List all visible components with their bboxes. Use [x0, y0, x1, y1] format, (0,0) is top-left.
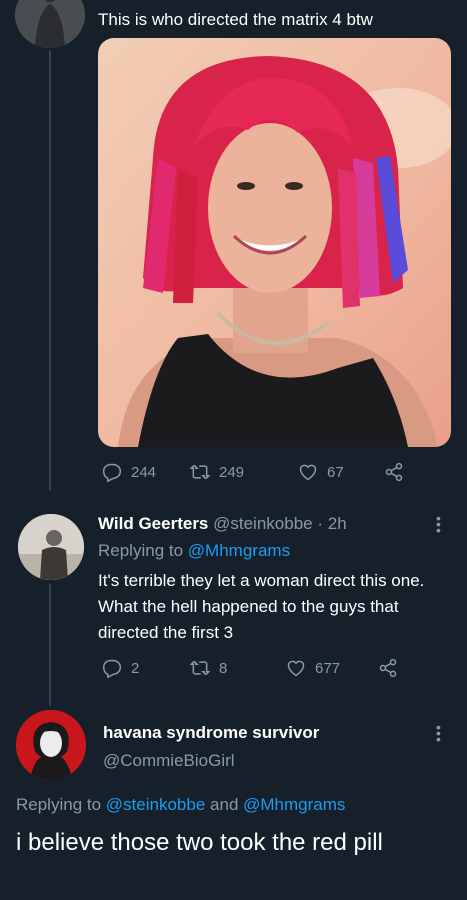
- tweet1-retweet-count: 249: [219, 463, 245, 481]
- tweet3-replying-handle-1[interactable]: @steinkobbe: [106, 795, 206, 814]
- thread-line-top: [49, 50, 51, 490]
- tweet1-share-button[interactable]: [384, 462, 404, 482]
- tweet3-replying-and: and: [210, 795, 239, 814]
- more-dots-icon: • • •: [436, 510, 441, 538]
- tweet2-replying: Replying to @Mhmgrams: [98, 541, 290, 561]
- tweet2-more-button[interactable]: • • •: [436, 511, 441, 537]
- tweet2-header: Wild Geerters @steinkobbe · 2h: [98, 514, 347, 534]
- tweet3-handle[interactable]: @CommieBioGirl: [103, 751, 235, 771]
- tweet1-avatar[interactable]: [15, 0, 85, 48]
- tweet2-like-button[interactable]: 677: [286, 658, 378, 678]
- tweet1-like-count: 67: [327, 463, 344, 481]
- tweet3-replying-handle-2[interactable]: @Mhmgrams: [243, 795, 345, 814]
- share-icon: [385, 462, 403, 482]
- thread-line-middle: [49, 584, 51, 706]
- heart-icon: [299, 464, 317, 481]
- tweet2-handle[interactable]: @steinkobbe: [213, 514, 313, 533]
- tweet2-display-name[interactable]: Wild Geerters: [98, 514, 208, 533]
- tweet3-text: i believe those two took the red pill: [16, 829, 383, 856]
- tweet2-avatar[interactable]: [18, 514, 84, 580]
- tweet1-text: This is who directed the matrix 4 btw: [98, 10, 373, 29]
- tweet2-retweet-count: 8: [219, 659, 228, 677]
- tweet3-more-button[interactable]: • • •: [436, 720, 441, 746]
- tweet2-replying-prefix: Replying to: [98, 541, 184, 560]
- tweet1-retweet-button[interactable]: 249: [190, 462, 298, 482]
- retweet-icon: [190, 464, 210, 480]
- tweet2-reply-button[interactable]: 2: [102, 658, 190, 678]
- tweet2-replying-handle[interactable]: @Mhmgrams: [188, 541, 290, 560]
- tweet2-actions: 2 8 677: [102, 658, 398, 678]
- tweet1-photo[interactable]: [98, 38, 451, 447]
- tweet2-like-count: 677: [315, 659, 341, 677]
- tweet3-replying-prefix: Replying to: [16, 795, 102, 814]
- tweet1-reply-count: 244: [131, 463, 157, 481]
- tweet2-separator: ·: [317, 514, 324, 533]
- tweet3-avatar[interactable]: [16, 710, 86, 780]
- tweet3-replying: Replying to @steinkobbe and @Mhmgrams: [16, 795, 345, 815]
- tweet2-time[interactable]: 2h: [328, 514, 347, 533]
- tweet1-actions: 244 249 67: [102, 462, 404, 482]
- reply-icon: [102, 659, 122, 678]
- heart-icon: [287, 660, 305, 677]
- tweet2-retweet-button[interactable]: 8: [190, 658, 286, 678]
- retweet-icon: [190, 660, 210, 676]
- share-icon: [379, 658, 397, 678]
- tweet1-like-button[interactable]: 67: [298, 462, 384, 482]
- reply-icon: [102, 463, 122, 482]
- tweet1-reply-button[interactable]: 244: [102, 462, 190, 482]
- tweet2-text: It's terrible they let a woman direct th…: [98, 571, 425, 642]
- tweet2-reply-count: 2: [131, 659, 140, 677]
- more-dots-icon: • • •: [436, 719, 441, 747]
- tweet2-share-button[interactable]: [378, 658, 398, 678]
- tweet3-display-name[interactable]: havana syndrome survivor: [103, 723, 319, 743]
